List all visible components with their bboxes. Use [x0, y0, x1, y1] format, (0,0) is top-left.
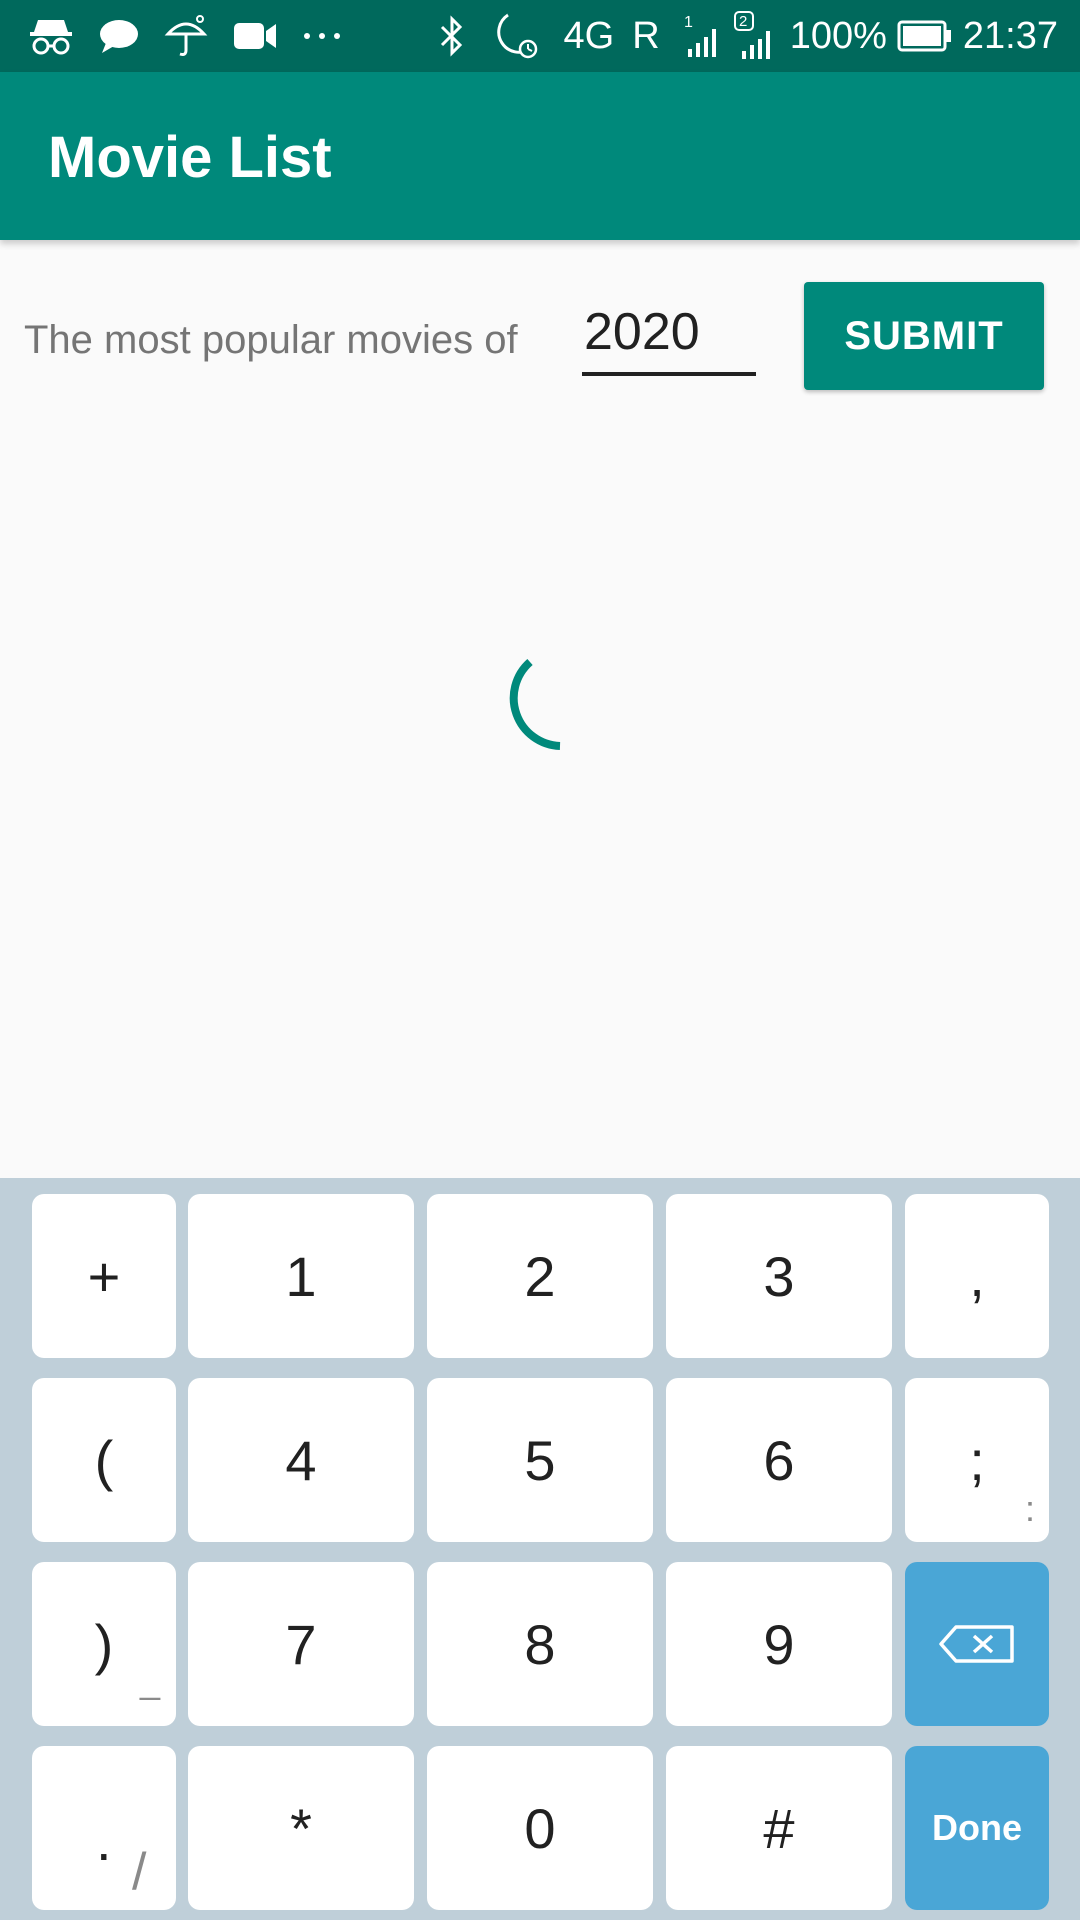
key-close-paren-sub: _	[139, 1660, 160, 1701]
key-2[interactable]: 2	[427, 1194, 653, 1358]
status-left-icons	[28, 0, 366, 72]
battery-icon	[897, 20, 953, 52]
key-close-paren[interactable]: ) _	[32, 1562, 176, 1726]
more-dots-icon	[302, 31, 342, 41]
key-8[interactable]: 8	[427, 1562, 653, 1726]
chat-bubble-icon	[98, 17, 140, 55]
bluetooth-icon	[438, 15, 466, 57]
submit-button[interactable]: SUBMIT	[804, 282, 1044, 390]
roaming-indicator: R	[632, 15, 660, 57]
status-bar: 4G R 1 2 100% 21:37	[0, 0, 1080, 72]
key-0[interactable]: 0	[427, 1746, 653, 1910]
key-7[interactable]: 7	[188, 1562, 414, 1726]
key-1[interactable]: 1	[188, 1194, 414, 1358]
clock: 21:37	[962, 15, 1058, 57]
backspace-icon	[939, 1625, 1014, 1663]
key-semicolon[interactable]: ; :	[905, 1378, 1049, 1542]
app-title: Movie List	[48, 125, 332, 190]
status-right-icons: 4G R 1 2 100% 21:37	[438, 0, 1058, 72]
app-bar: Movie List	[0, 72, 1080, 240]
loading-spinner-icon	[509, 659, 561, 750]
moon-alarm-icon	[490, 11, 540, 61]
key-9[interactable]: 9	[666, 1562, 892, 1726]
video-camera-icon	[232, 19, 278, 53]
key-done[interactable]: Done	[905, 1746, 1049, 1910]
key-6[interactable]: 6	[666, 1378, 892, 1542]
key-period[interactable]: . /	[32, 1746, 176, 1910]
key-open-paren[interactable]: (	[32, 1378, 176, 1542]
umbrella-icon	[164, 14, 208, 58]
battery-percent: 100%	[789, 15, 887, 57]
signal-icon: 1	[682, 13, 722, 59]
key-5[interactable]: 5	[427, 1378, 653, 1542]
numeric-keyboard: + 1 2 3 , ( 4 5 6 ; : ) _ 7 8 9 . / * 0 …	[0, 1178, 1080, 1920]
key-backspace[interactable]	[905, 1562, 1049, 1726]
key-4[interactable]: 4	[188, 1378, 414, 1542]
key-period-sub: /	[132, 1843, 147, 1901]
incognito-icon	[28, 16, 74, 56]
year-input[interactable]	[582, 296, 756, 376]
signal-sim2-icon: 2	[733, 11, 778, 61]
key-hash[interactable]: #	[666, 1746, 892, 1910]
key-asterisk[interactable]: *	[188, 1746, 414, 1910]
key-3[interactable]: 3	[666, 1194, 892, 1358]
main-content: The most popular movies of SUBMIT	[0, 240, 1080, 1178]
key-comma[interactable]: ,	[905, 1194, 1049, 1358]
year-prompt-label: The most popular movies of	[24, 318, 518, 362]
key-semicolon-sub: :	[1024, 1488, 1035, 1529]
sim1-label: 1	[684, 14, 693, 31]
network-type: 4G	[563, 15, 615, 57]
sim2-label: 2	[739, 13, 747, 30]
key-plus[interactable]: +	[32, 1194, 176, 1358]
